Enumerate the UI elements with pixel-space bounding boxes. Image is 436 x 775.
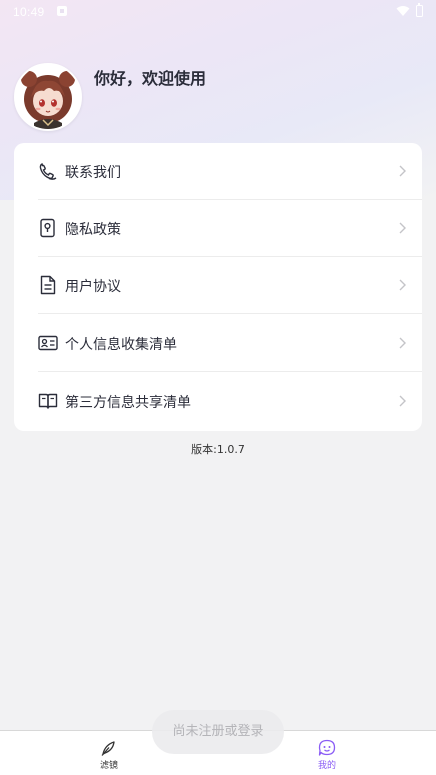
- tab-label: 我的: [317, 761, 336, 771]
- privacy-lock-icon: [40, 218, 55, 238]
- profile-bubble-icon: [318, 739, 336, 756]
- chevron-right-icon: [399, 279, 406, 291]
- status-time: 10:49: [13, 5, 45, 19]
- status-bar: 10:49: [0, 0, 436, 24]
- battery-icon: [416, 3, 423, 17]
- menu-item-privacy-policy[interactable]: 隐私政策: [14, 200, 422, 257]
- divider: [38, 371, 422, 372]
- menu-item-label: 个人信息收集清单: [65, 337, 177, 353]
- version-label: 版本:1.0.7: [191, 443, 245, 456]
- open-book-icon: [38, 393, 58, 409]
- menu-item-label: 联系我们: [65, 165, 121, 181]
- menu-item-label: 用户协议: [65, 279, 121, 295]
- settings-menu: 联系我们 隐私政策 用户协议 个人信息收集清单 第三方信息共享清单: [14, 143, 422, 431]
- menu-item-third-party-sharing-list[interactable]: 第三方信息共享清单: [14, 373, 422, 430]
- menu-item-user-agreement[interactable]: 用户协议: [14, 257, 422, 314]
- avatar[interactable]: [14, 63, 82, 131]
- tab-mine[interactable]: 我的: [297, 731, 357, 775]
- notification-icon: [57, 6, 67, 16]
- phone-icon: [39, 163, 57, 180]
- chevron-right-icon: [399, 222, 406, 234]
- login-toast: 尚未注册或登录: [152, 710, 284, 754]
- menu-item-label: 第三方信息共享清单: [65, 395, 191, 411]
- chevron-right-icon: [399, 337, 406, 349]
- feather-icon: [101, 741, 115, 756]
- chevron-right-icon: [399, 165, 406, 177]
- wifi-icon: [396, 6, 410, 16]
- tab-filter[interactable]: 滤镜: [79, 731, 139, 775]
- tab-label: 滤镜: [99, 761, 118, 771]
- id-card-icon: [38, 335, 58, 351]
- menu-item-personal-info-list[interactable]: 个人信息收集清单: [14, 315, 422, 372]
- divider: [38, 313, 422, 314]
- menu-item-contact-us[interactable]: 联系我们: [14, 143, 422, 200]
- menu-item-label: 隐私政策: [65, 222, 121, 238]
- chevron-right-icon: [399, 395, 406, 407]
- avatar-illustration: [16, 65, 80, 129]
- document-icon: [40, 275, 56, 295]
- greeting-title: 你好，欢迎使用: [94, 69, 207, 88]
